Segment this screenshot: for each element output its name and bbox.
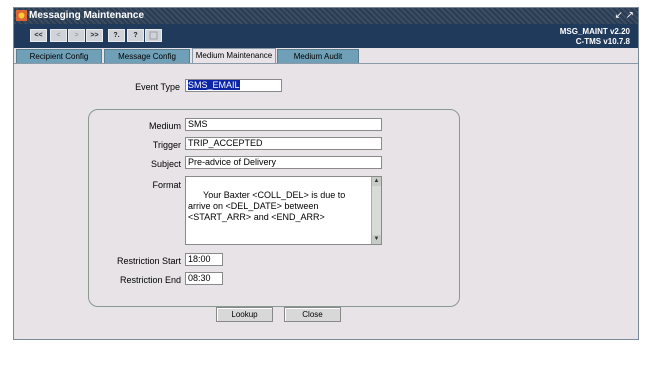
event-type-field[interactable]: SMS_EMAIL [185,79,282,92]
restriction-start-label: Restriction Start [116,256,181,266]
trigger-label: Trigger [152,140,181,150]
tab-message-config[interactable]: Message Config [104,49,190,63]
minimize-icon[interactable]: ↙ [614,10,622,21]
format-scrollbar[interactable]: ▲ ▼ [371,177,381,244]
last-record-button[interactable]: >> [86,29,103,42]
query-help-button[interactable]: ?. [108,29,125,42]
lookup-button[interactable]: Lookup [216,307,273,322]
tab-recipient-config[interactable]: Recipient Config [16,49,102,63]
event-type-label: Event Type [135,82,180,92]
next-record-button[interactable]: > [68,29,85,42]
tab-medium-audit[interactable]: Medium Audit [277,49,359,63]
window-title: Messaging Maintenance [29,10,145,21]
app-icon [16,10,27,21]
restriction-start-field[interactable]: 18:00 [185,253,223,266]
system-version-label: C-TMS v10.7.8 [575,37,630,46]
tab-medium-maintenance[interactable]: Medium Maintenance [192,48,276,64]
title-bar: Messaging Maintenance ↙ ↗ [14,8,638,24]
toolbar: << < > >> ?. ? MSG_MAINT v2.20 C-TMS v10… [14,24,638,48]
first-record-button[interactable]: << [30,29,47,42]
close-button[interactable]: Close [284,307,341,322]
maximize-icon[interactable]: ↗ [626,10,634,21]
medium-maintenance-panel: Event Type SMS_EMAIL Medium SMS Trigger … [14,63,638,340]
window-controls: ↙ ↗ [614,10,634,21]
version-label: MSG_MAINT v2.20 [559,27,630,36]
format-textarea[interactable]: Your Baxter <COLL_DEL> is due to arrive … [185,176,382,245]
medium-field[interactable]: SMS [185,118,382,131]
subject-label: Subject [150,159,181,169]
medium-label: Medium [148,121,181,131]
previous-record-button[interactable]: < [50,29,67,42]
restriction-end-field[interactable]: 08:30 [185,272,223,285]
main-window: Messaging Maintenance ↙ ↗ << < > >> ?. ?… [13,7,639,340]
restriction-end-label: Restriction End [119,275,181,285]
exit-icon [149,31,158,40]
tab-bar: Recipient Config Message Config Medium M… [14,48,638,64]
trigger-field[interactable]: TRIP_ACCEPTED [185,137,382,150]
exit-button[interactable] [145,29,162,42]
help-button[interactable]: ? [127,29,144,42]
scroll-down-icon[interactable]: ▼ [372,235,381,244]
format-label: Format [152,180,181,190]
format-text: Your Baxter <COLL_DEL> is due to arrive … [188,190,348,222]
subject-field[interactable]: Pre-advice of Delivery [185,156,382,169]
scroll-up-icon[interactable]: ▲ [372,177,381,186]
